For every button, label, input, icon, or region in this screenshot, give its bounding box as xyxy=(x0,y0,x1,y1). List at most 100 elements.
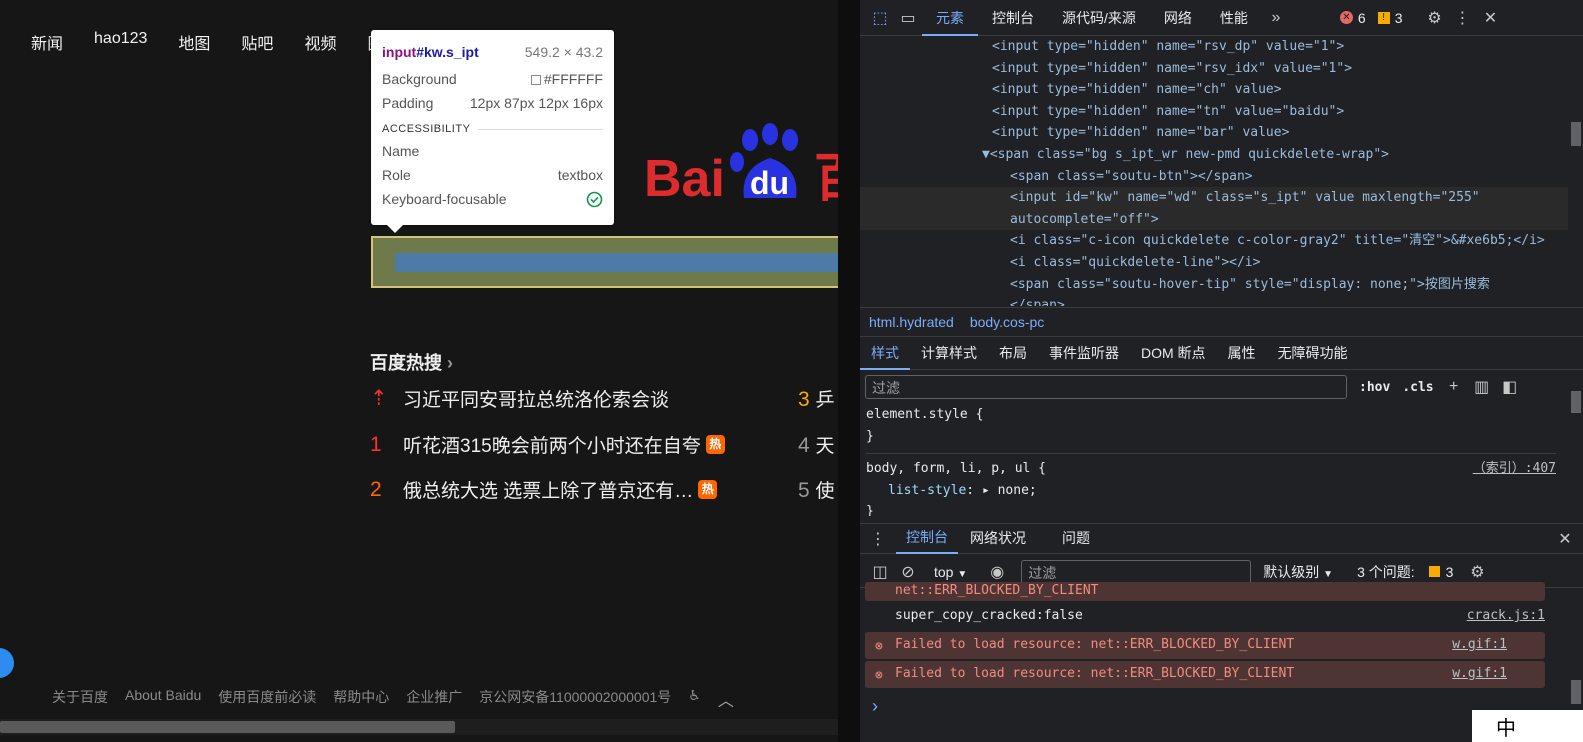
accessibility-icon[interactable]: ♿ xyxy=(688,687,701,711)
console-scrollbar[interactable] xyxy=(1568,588,1583,710)
hov-button[interactable]: :hov xyxy=(1359,380,1390,395)
nav-video[interactable]: 视频 xyxy=(304,30,336,54)
drawer-tab-issues[interactable]: 问题 xyxy=(1038,523,1114,554)
nav-map[interactable]: 地图 xyxy=(178,30,210,54)
footer-help[interactable]: 帮助中心 xyxy=(333,687,389,711)
dom-node[interactable]: <i class="quickdelete-line"></i> xyxy=(860,252,1583,274)
chevron-up-icon[interactable]: ︿ xyxy=(718,687,734,711)
error-counter[interactable]: ✕ 6 xyxy=(1339,10,1366,26)
dom-node[interactable]: <input type="hidden" name="bar" value> xyxy=(860,122,1583,144)
inspect-element-icon[interactable]: ⬚ xyxy=(866,8,894,28)
footer-icp[interactable]: 京公网安备11000002000001号 xyxy=(479,687,671,711)
scrollbar-thumb[interactable] xyxy=(1571,122,1581,146)
crumb-html[interactable]: html.hydrated xyxy=(869,312,954,332)
nav-tieba[interactable]: 贴吧 xyxy=(241,30,273,54)
devtools-divider[interactable] xyxy=(838,0,860,742)
crumb-body[interactable]: body.cos-pc xyxy=(970,312,1044,332)
horizontal-scrollbar[interactable] xyxy=(0,719,838,735)
tab-sources[interactable]: 源代码/来源 xyxy=(1048,0,1150,36)
console-error-message[interactable]: ⊗ w.gif:1 Failed to load resource: net::ER… xyxy=(865,661,1545,688)
hot-item-right[interactable]: 4 天 xyxy=(798,431,835,458)
tab-network[interactable]: 网络 xyxy=(1150,0,1206,36)
console-error-message[interactable]: net::ERR_BLOCKED_BY_CLIENT xyxy=(865,582,1545,601)
console-log-message[interactable]: crack.js:1 super_copy_cracked:false xyxy=(865,603,1545,630)
dom-node[interactable]: <span class="soutu-btn"></span> xyxy=(860,166,1583,188)
tab-layout[interactable]: 布局 xyxy=(988,338,1038,370)
dom-node[interactable]: </span> xyxy=(860,295,1583,306)
dom-node[interactable]: autocomplete="off"> xyxy=(860,208,1583,231)
css-prop-name[interactable]: list-style xyxy=(888,483,966,498)
message-source-link[interactable]: w.gif:1 xyxy=(1452,634,1507,656)
console-filter-input[interactable]: 过滤 xyxy=(1021,559,1252,584)
dom-node[interactable]: <input id="kw" name="wd" class="s_ipt" v… xyxy=(860,187,1583,209)
dom-node[interactable]: <input type="hidden" name="rsv_dp" value… xyxy=(860,36,1583,58)
search-input-content-area[interactable] xyxy=(395,253,838,272)
nav-hao123[interactable]: hao123 xyxy=(94,30,147,54)
eye-icon[interactable]: ◉ xyxy=(983,562,1011,582)
nav-news[interactable]: 新闻 xyxy=(31,30,63,54)
footer-about[interactable]: 关于百度 xyxy=(52,687,108,711)
gear-icon[interactable]: ⚙ xyxy=(1420,8,1448,28)
dom-node[interactable]: ▼<span class="bg s_ipt_wr new-pmd quickd… xyxy=(860,144,1583,166)
styles-scrollbar[interactable] xyxy=(1568,371,1583,516)
tab-properties[interactable]: 属性 xyxy=(1217,338,1267,370)
close-drawer-icon[interactable]: ✕ xyxy=(1551,529,1579,549)
sidebar-toggle-icon[interactable]: ◧ xyxy=(1496,377,1524,397)
kebab-menu-icon[interactable]: ⋮ xyxy=(1448,8,1476,28)
context-select[interactable]: top ▼ xyxy=(934,564,967,580)
tab-computed[interactable]: 计算样式 xyxy=(910,338,988,370)
expand-triangle-icon[interactable]: ▸ xyxy=(982,483,990,498)
drawer-tab-console[interactable]: 控制台 xyxy=(896,523,958,554)
message-source-link[interactable]: crack.js:1 xyxy=(1467,605,1545,627)
level-select[interactable]: 默认级别 ▼ xyxy=(1263,562,1333,582)
warning-counter[interactable]: ! 3 xyxy=(1377,10,1402,26)
scrollbar-thumb[interactable] xyxy=(0,721,455,733)
tab-console[interactable]: 控制台 xyxy=(978,0,1048,36)
hot-search-title[interactable]: 百度热搜 › xyxy=(370,349,453,375)
hot-item[interactable]: ⇡ 习近平同安哥拉总统洛伦索会谈 xyxy=(370,385,669,412)
dom-node[interactable]: <input type="hidden" name="tn" value="ba… xyxy=(860,101,1583,123)
scrollbar-thumb[interactable] xyxy=(1571,391,1581,413)
footer-ads[interactable]: 企业推广 xyxy=(406,687,462,711)
dom-node[interactable]: <input type="hidden" name="rsv_idx" valu… xyxy=(860,58,1583,80)
hot-item[interactable]: 1 听花酒315晚会前两个小时还在自夸 热 xyxy=(370,431,725,458)
tab-dom-breakpoints[interactable]: DOM 断点 xyxy=(1130,338,1217,370)
tab-styles[interactable]: 样式 xyxy=(860,338,910,370)
issues-count[interactable]: 3 xyxy=(1446,564,1454,580)
styles-filter-input[interactable]: 过滤 xyxy=(865,375,1347,399)
console-error-message[interactable]: ⊗ w.gif:1 Failed to load resource: net::ER… xyxy=(865,632,1545,659)
footer-terms[interactable]: 使用百度前必读 xyxy=(218,687,316,711)
dom-node[interactable]: <i class="c-icon quickdelete c-color-gra… xyxy=(860,230,1583,252)
drawer-tab-network-conditions[interactable]: 网络状况 xyxy=(958,523,1038,554)
element-style-rule[interactable]: element.style { xyxy=(866,404,1556,426)
scrollbar-thumb[interactable] xyxy=(1571,680,1581,704)
sidebar-icon[interactable]: ◫ xyxy=(866,562,894,582)
paint-icon[interactable]: ▥ xyxy=(1468,377,1496,397)
tab-elements[interactable]: 元素 xyxy=(922,0,978,36)
hot-item-right[interactable]: 5 使 xyxy=(798,476,835,503)
console-prompt[interactable]: › xyxy=(872,696,878,717)
search-input-highlight[interactable] xyxy=(371,236,838,288)
dom-node[interactable]: <span class="soutu-hover-tip" style="dis… xyxy=(860,274,1583,296)
message-source-link[interactable]: w.gif:1 xyxy=(1452,663,1507,685)
css-prop-value[interactable]: none; xyxy=(998,483,1037,498)
hot-item-right[interactable]: 3 乒 xyxy=(798,385,835,412)
drawer-menu-icon[interactable]: ⋮ xyxy=(860,529,896,549)
device-toggle-icon[interactable]: ▭ xyxy=(894,8,922,28)
dom-node[interactable]: <input type="hidden" name="ch" value> xyxy=(860,79,1583,101)
float-widget-icon[interactable] xyxy=(0,648,14,678)
css-rule[interactable]: （索引）:407 body, form, li, p, ul { xyxy=(866,453,1556,480)
hot-item[interactable]: 2 俄总统大选 选票上除了普京还有… 热 xyxy=(370,476,718,503)
issues-label[interactable]: 3 个问题: xyxy=(1357,562,1415,582)
plus-icon[interactable]: + xyxy=(1440,378,1468,396)
clear-console-icon[interactable]: ⊘ xyxy=(894,562,922,582)
cls-button[interactable]: .cls xyxy=(1402,380,1433,395)
more-tabs-icon[interactable]: » xyxy=(1262,9,1290,27)
elements-scrollbar[interactable] xyxy=(1568,36,1583,306)
tab-accessibility[interactable]: 无障碍功能 xyxy=(1267,338,1359,370)
tab-event-listeners[interactable]: 事件监听器 xyxy=(1038,338,1130,370)
footer-about-en[interactable]: About Baidu xyxy=(125,687,201,711)
ime-indicator[interactable]: 中 xyxy=(1472,710,1583,742)
rule-source-link[interactable]: （索引）:407 xyxy=(1473,458,1556,480)
close-icon[interactable]: ✕ xyxy=(1476,8,1504,28)
